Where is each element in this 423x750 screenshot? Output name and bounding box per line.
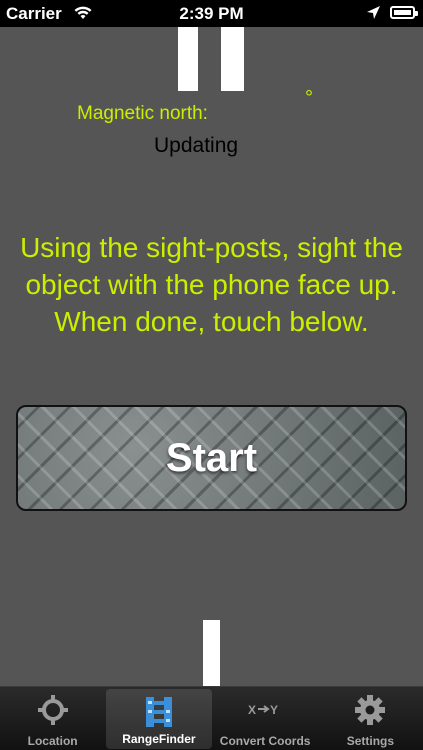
tab-rangefinder[interactable]: RangeFinder bbox=[106, 689, 212, 749]
tab-location[interactable]: Location bbox=[0, 687, 105, 750]
gear-icon bbox=[352, 693, 388, 727]
tab-label-rangefinder: RangeFinder bbox=[122, 732, 196, 746]
rangefinder-icon bbox=[141, 695, 177, 729]
tab-label-settings: Settings bbox=[346, 734, 395, 748]
status-bar: Carrier 2:39 PM bbox=[0, 0, 423, 27]
location-arrow-icon bbox=[366, 5, 381, 25]
battery-icon bbox=[390, 6, 418, 19]
sight-post-top-right bbox=[221, 27, 244, 91]
magnetic-north-value: Updating bbox=[154, 134, 239, 157]
tab-label-location: Location bbox=[27, 734, 78, 748]
sight-post-bottom bbox=[203, 620, 220, 686]
tab-settings[interactable]: Settings bbox=[318, 687, 423, 750]
instructions-text: Using the sight-posts, sight the object … bbox=[20, 232, 403, 337]
svg-text:X: X bbox=[248, 703, 256, 717]
status-time: 2:39 PM bbox=[179, 4, 244, 23]
sight-post-top-left bbox=[178, 27, 198, 91]
tab-bar: Location RangeFinder X Y Convert Coords … bbox=[0, 686, 423, 750]
tab-convert-coords[interactable]: X Y Convert Coords bbox=[213, 687, 318, 750]
magnetic-north-label: Magnetic north: bbox=[77, 103, 208, 124]
svg-text:Y: Y bbox=[270, 703, 278, 717]
crosshair-icon bbox=[35, 693, 71, 727]
convert-xy-icon: X Y bbox=[247, 693, 283, 727]
start-button[interactable]: Start bbox=[16, 405, 407, 511]
tab-label-convert-coords: Convert Coords bbox=[219, 734, 311, 748]
degree-symbol: ° bbox=[305, 87, 313, 109]
rangefinder-screen: Carrier 2:39 PM Magnetic north: ° Updati… bbox=[0, 0, 423, 750]
start-button-label: Start bbox=[165, 435, 258, 480]
